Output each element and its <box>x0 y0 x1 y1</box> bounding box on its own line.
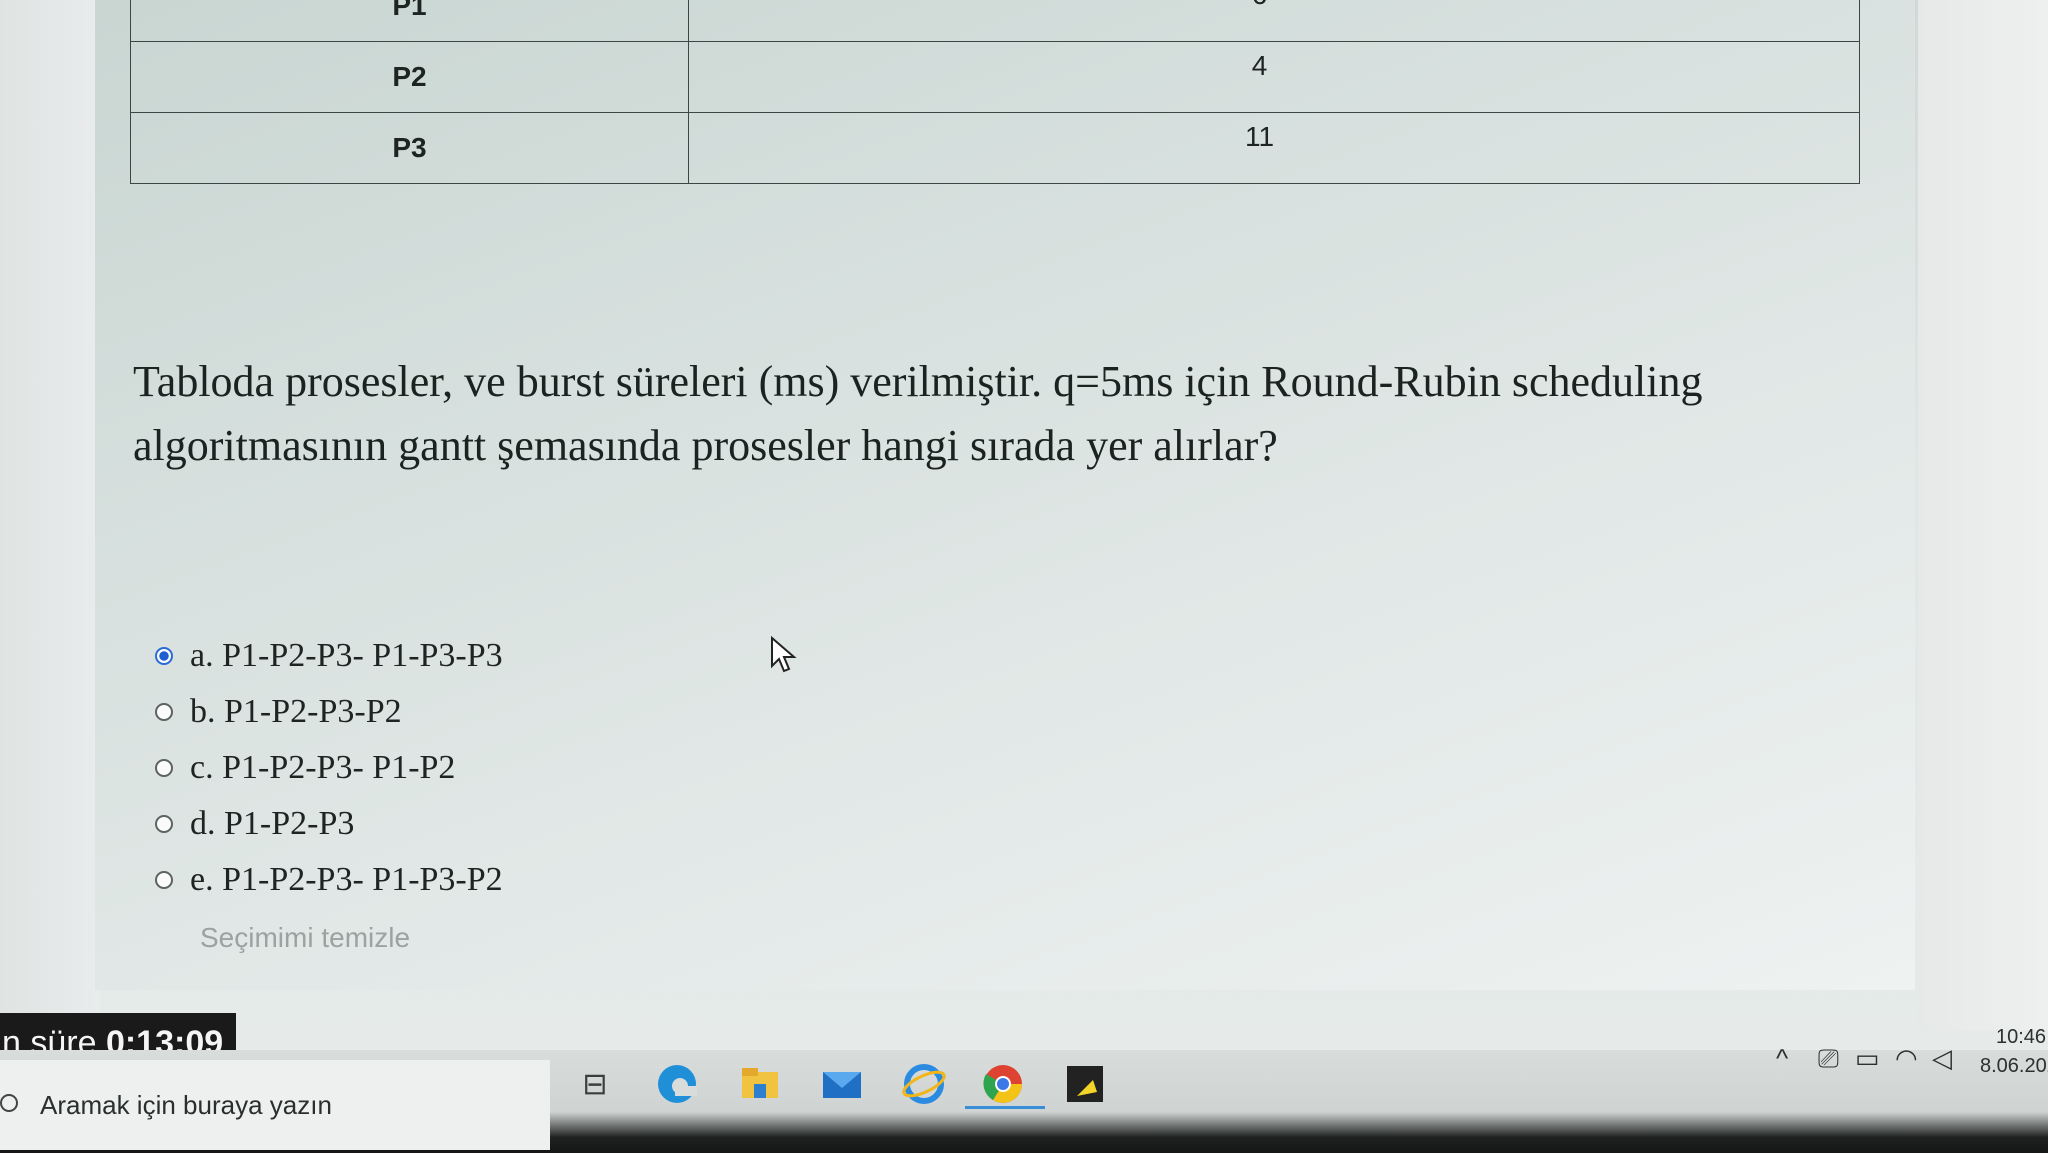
answer-option-a[interactable]: a. P1-P2-P3- P1-P3-P3 <box>155 628 503 684</box>
sticky-notes-icon[interactable] <box>1063 1062 1107 1106</box>
desk-background-right <box>1918 0 2048 1030</box>
answer-label: d. P1-P2-P3 <box>190 805 355 842</box>
radio-icon[interactable] <box>155 759 173 777</box>
clock-time[interactable]: 10:46 <box>1996 1026 2046 1049</box>
process-name: P2 <box>130 41 689 113</box>
table-row: P3 11 <box>130 112 1860 184</box>
answer-option-c[interactable]: c. P1-P2-P3- P1-P2 <box>155 740 503 796</box>
burst-value: 6 <box>688 0 1860 42</box>
mouse-cursor-icon <box>771 636 797 673</box>
search-icon[interactable] <box>0 1094 18 1112</box>
battery-icon[interactable]: ▭ <box>1855 1043 1880 1074</box>
chrome-browser-icon[interactable] <box>981 1062 1025 1106</box>
chevron-up-icon[interactable]: ^ <box>1776 1043 1788 1074</box>
active-app-indicator <box>965 1106 1045 1109</box>
answer-label: c. P1-P2-P3- P1-P2 <box>190 749 456 786</box>
question-text: Tabloda prosesler, ve burst süreleri (ms… <box>133 357 1703 470</box>
radio-icon[interactable] <box>155 703 173 721</box>
clear-choice-link[interactable]: Seçimimi temizle <box>200 922 410 954</box>
radio-selected-icon[interactable] <box>155 647 173 665</box>
burst-value: 11 <box>688 112 1860 184</box>
wifi-icon[interactable]: ◠ <box>1895 1043 1918 1074</box>
answer-label: e. P1-P2-P3- P1-P3-P2 <box>190 861 503 898</box>
radio-icon[interactable] <box>155 815 173 833</box>
meet-now-icon[interactable]: ⎚ <box>1818 1043 1839 1075</box>
file-explorer-icon[interactable] <box>738 1062 782 1106</box>
table-row: P2 4 <box>130 41 1860 113</box>
answer-list: a. P1-P2-P3- P1-P3-P3 b. P1-P2-P3-P2 c. … <box>155 628 503 908</box>
edge-browser-icon[interactable] <box>655 1062 699 1106</box>
search-placeholder[interactable]: Aramak için buraya yazın <box>40 1090 332 1121</box>
answer-label: a. P1-P2-P3- P1-P3-P3 <box>190 637 503 674</box>
internet-explorer-icon[interactable] <box>902 1062 946 1106</box>
burst-value: 4 <box>688 41 1860 113</box>
clock-date[interactable]: 8.06.202 <box>1980 1055 2048 1078</box>
answer-option-e[interactable]: e. P1-P2-P3- P1-P3-P2 <box>155 852 503 908</box>
volume-icon[interactable]: ◁ <box>1932 1043 1952 1074</box>
answer-label: b. P1-P2-P3-P2 <box>190 693 402 730</box>
process-name: P3 <box>130 112 689 184</box>
desk-background-left <box>0 0 100 1030</box>
answer-option-b[interactable]: b. P1-P2-P3-P2 <box>155 684 503 740</box>
task-view-icon[interactable]: ⊟ <box>573 1062 617 1106</box>
mail-icon[interactable] <box>820 1062 864 1106</box>
process-table: P1 6 P2 4 P3 11 <box>130 0 1860 184</box>
answer-option-d[interactable]: d. P1-P2-P3 <box>155 796 503 852</box>
radio-icon[interactable] <box>155 871 173 889</box>
process-name: P1 <box>130 0 689 42</box>
table-row: P1 6 <box>130 0 1860 42</box>
